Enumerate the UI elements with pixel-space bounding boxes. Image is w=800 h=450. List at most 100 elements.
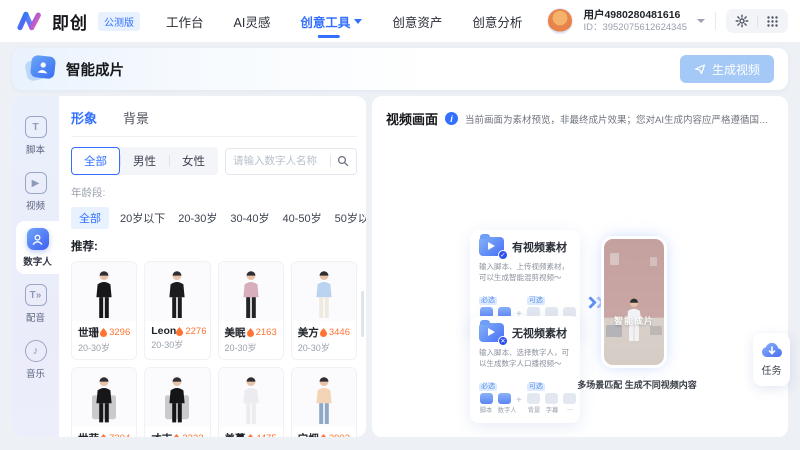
age-filter-row: 全部 20岁以下 20-30岁 30-40岁 40-50岁 50岁以上 (71, 207, 357, 229)
gender-segmented-control: 全部 男性 女性 (71, 147, 218, 175)
check-badge-icon: ✓ (498, 250, 508, 260)
search-icon[interactable] (337, 155, 349, 167)
digital-human-grid: 世珊 3296 20-30岁 Leon 2276 20-30岁 (71, 261, 357, 437)
top-navbar: 即创 公测版 工作台 AI灵感 创意工具 创意资产 创意分析 用户4980280… (0, 0, 800, 42)
flame-icon (176, 327, 183, 336)
popularity-count: 2322 (173, 433, 203, 437)
script-mini-icon (480, 393, 493, 404)
module-rail: T 脚本 ▶ 视频 数字人 T» 配音 ♪ 音乐 (12, 96, 59, 437)
wall-frame (610, 253, 619, 265)
dh-name: 美眠 (225, 325, 246, 340)
without-material-card: ✕ 无视频素材 输入脚本、选择数字人，可以生成数字人口播视频～ 必选 脚本 数字… (470, 316, 580, 423)
flow-caption: 多场景匹配 生成不同视频内容 (552, 378, 722, 391)
flame-icon (173, 434, 180, 437)
cross-badge-icon: ✕ (498, 336, 508, 346)
user-menu-chevron-icon[interactable] (697, 19, 705, 23)
nav-item-creative-tools[interactable]: 创意工具 (300, 0, 362, 42)
digital-human-card[interactable]: 美蔓 4475 20-30岁 (218, 367, 284, 437)
video-folder-icon: ✕ (479, 323, 504, 342)
nav-item-workbench[interactable]: 工作台 (166, 0, 204, 42)
divider (330, 155, 331, 167)
dh-name: 宁烟 (298, 431, 319, 437)
digital-human-card[interactable]: 才吉 2322 20-30岁 (144, 367, 210, 437)
rail-item-video[interactable]: ▶ 视频 (12, 165, 59, 218)
dh-age: 20-30岁 (292, 341, 356, 359)
quick-icons (726, 9, 788, 33)
user-id: ID：3952075612624345 (583, 22, 687, 34)
digital-human-card[interactable]: 美方 3446 20-30岁 (291, 261, 357, 360)
gender-female[interactable]: 女性 (169, 147, 218, 175)
settings-gear-icon[interactable] (735, 14, 749, 28)
digital-human-card[interactable]: 世菲 7304 20-30岁 (71, 367, 137, 437)
phone-watermark: 智能成片 (604, 314, 664, 327)
digital-human-photo (292, 368, 356, 427)
video-folder-icon: ✓ (479, 237, 504, 256)
nav-item-creative-assets[interactable]: 创意资产 (392, 0, 442, 42)
age-all[interactable]: 全部 (71, 207, 109, 229)
digital-human-card[interactable]: 美眠 2163 20-30岁 (218, 261, 284, 360)
tab-background[interactable]: 背景 (123, 108, 149, 127)
sofa (650, 326, 662, 335)
dh-age: 20-30岁 (219, 341, 283, 359)
digital-human-card[interactable]: Leon 2276 20-30岁 (144, 261, 210, 360)
dh-name: 世珊 (78, 325, 99, 340)
figure-filter-panel: 形象 背景 全部 男性 女性 年龄段: (59, 96, 366, 437)
optional-tag: 可选 (527, 297, 545, 305)
dubbing-icon: T» (25, 284, 47, 306)
dh-age: 20-30岁 (145, 338, 209, 356)
popularity-count: 4475 (247, 433, 277, 437)
digital-human-photo (292, 262, 356, 321)
task-cloud-download-icon (761, 341, 783, 358)
age-30-40[interactable]: 30-40岁 (228, 207, 271, 229)
nav-item-creative-analysis[interactable]: 创意分析 (472, 0, 522, 42)
nav-item-ai-inspiration[interactable]: AI灵感 (234, 0, 271, 42)
with-material-title: 有视频素材 (512, 239, 567, 255)
app-root: 即创 公测版 工作台 AI灵感 创意工具 创意资产 创意分析 用户4980280… (0, 0, 800, 450)
age-over-50[interactable]: 50岁以上 (333, 207, 366, 229)
without-material-desc: 输入脚本、选择数字人，可以生成数字人口播视频～ (479, 347, 571, 370)
panel-tabs: 形象 背景 (71, 108, 357, 137)
gender-male[interactable]: 男性 (120, 147, 169, 175)
scrollbar-thumb[interactable] (361, 291, 364, 337)
popularity-count: 7304 (100, 433, 130, 437)
divider (715, 12, 716, 30)
age-under-20[interactable]: 20岁以下 (118, 207, 167, 229)
search-input[interactable] (233, 155, 328, 167)
tab-figure[interactable]: 形象 (71, 108, 97, 127)
flame-icon (320, 328, 327, 337)
digital-human-photo (145, 262, 209, 321)
digital-human-photo (72, 368, 136, 427)
plus-icon: + (516, 395, 522, 415)
required-tag: 必选 (479, 383, 497, 391)
smart-video-icon (26, 55, 56, 83)
gender-all[interactable]: 全部 (71, 147, 120, 175)
digital-human-card[interactable]: 宁烟 2903 20-30岁 (291, 367, 357, 437)
user-avatar[interactable] (547, 8, 573, 34)
apps-grid-icon[interactable] (766, 15, 779, 28)
gender-filter-row: 全部 男性 女性 (71, 147, 357, 175)
age-range-label: 年龄段: (71, 185, 357, 200)
flame-icon (100, 328, 107, 337)
without-material-title: 无视频素材 (512, 325, 567, 341)
task-label: 任务 (762, 362, 782, 377)
logo[interactable]: 即创 公测版 (16, 9, 140, 34)
onboarding-flow-illustration: ✓ 有视频素材 输入脚本、上传视频素材，可以生成智能混剪视频～ 必选 脚本 视频… (372, 96, 788, 437)
logo-text: 即创 (52, 9, 88, 34)
background-mini-icon (527, 393, 540, 404)
recommend-label: 推荐: (71, 238, 357, 254)
rail-item-music[interactable]: ♪ 音乐 (12, 333, 59, 386)
optional-tag: 可选 (527, 383, 545, 391)
rail-item-digital-human[interactable]: 数字人 (16, 221, 59, 274)
digital-human-card[interactable]: 世珊 3296 20-30岁 (71, 261, 137, 360)
generate-video-button[interactable]: 生成视频 (680, 55, 774, 83)
nav-menu: 工作台 AI灵感 创意工具 创意资产 创意分析 (166, 0, 522, 42)
age-40-50[interactable]: 40-50岁 (281, 207, 324, 229)
digital-human-icon (27, 228, 49, 250)
rail-item-dubbing[interactable]: T» 配音 (12, 277, 59, 330)
popularity-count: 2276 (176, 326, 206, 337)
age-20-30[interactable]: 20-30岁 (176, 207, 219, 229)
task-panel-button[interactable]: 任务 (753, 333, 790, 386)
rail-item-script[interactable]: T 脚本 (12, 109, 59, 162)
video-preview-phone: 智能成片 (604, 239, 664, 365)
dh-name: 美蔓 (225, 431, 246, 437)
